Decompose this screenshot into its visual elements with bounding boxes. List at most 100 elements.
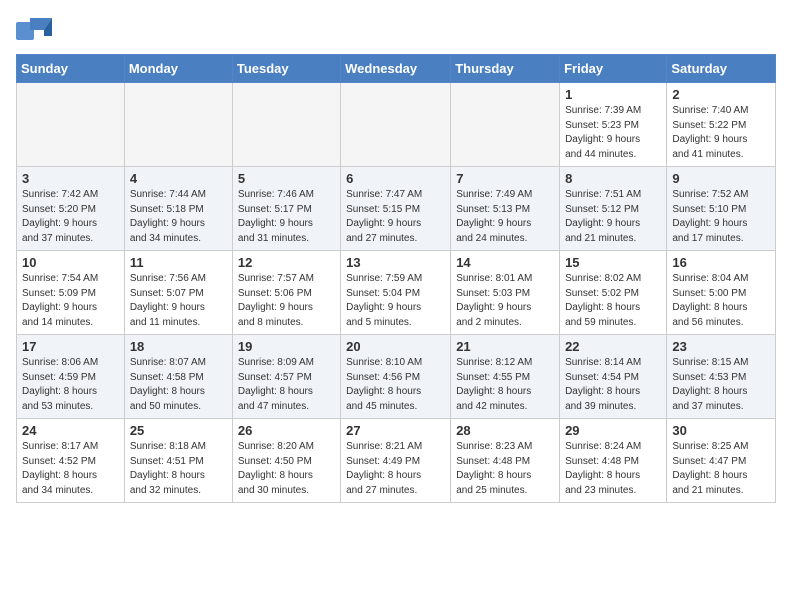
day-number: 7 bbox=[456, 171, 554, 186]
day-info: Sunrise: 7:46 AM Sunset: 5:17 PM Dayligh… bbox=[238, 188, 335, 246]
day-number: 4 bbox=[130, 171, 227, 186]
day-number: 3 bbox=[22, 171, 119, 186]
day-number: 23 bbox=[672, 339, 770, 354]
calendar-day-cell: 1 Sunrise: 7:39 AM Sunset: 5:23 PM Daylig… bbox=[560, 83, 667, 167]
calendar-day-cell: 8 Sunrise: 7:51 AM Sunset: 5:12 PM Daylig… bbox=[560, 167, 667, 251]
day-info: Sunrise: 8:20 AM Sunset: 4:50 PM Dayligh… bbox=[238, 440, 335, 498]
day-number: 18 bbox=[130, 339, 227, 354]
calendar-day-cell: 16 Sunrise: 8:04 AM Sunset: 5:00 PM Dayli… bbox=[667, 251, 776, 335]
day-number: 28 bbox=[456, 423, 554, 438]
day-info: Sunrise: 7:56 AM Sunset: 5:07 PM Dayligh… bbox=[130, 272, 227, 330]
day-info: Sunrise: 8:23 AM Sunset: 4:48 PM Dayligh… bbox=[456, 440, 554, 498]
calendar-week-row: 10 Sunrise: 7:54 AM Sunset: 5:09 PM Dayli… bbox=[17, 251, 776, 335]
weekday-header-sunday: Sunday bbox=[17, 55, 125, 83]
day-number: 15 bbox=[565, 255, 661, 270]
weekday-header-wednesday: Wednesday bbox=[341, 55, 451, 83]
day-number: 24 bbox=[22, 423, 119, 438]
day-info: Sunrise: 8:15 AM Sunset: 4:53 PM Dayligh… bbox=[672, 356, 770, 414]
day-info: Sunrise: 7:51 AM Sunset: 5:12 PM Dayligh… bbox=[565, 188, 661, 246]
day-info: Sunrise: 7:52 AM Sunset: 5:10 PM Dayligh… bbox=[672, 188, 770, 246]
day-info: Sunrise: 8:06 AM Sunset: 4:59 PM Dayligh… bbox=[22, 356, 119, 414]
day-info: Sunrise: 7:40 AM Sunset: 5:22 PM Dayligh… bbox=[672, 104, 770, 162]
calendar-day-cell: 29 Sunrise: 8:24 AM Sunset: 4:48 PM Dayli… bbox=[560, 419, 667, 503]
day-info: Sunrise: 8:21 AM Sunset: 4:49 PM Dayligh… bbox=[346, 440, 445, 498]
calendar-day-cell: 15Sunrise: 8:02 AM Sunset: 5:02 PM Dayli… bbox=[560, 251, 667, 335]
logo-icon bbox=[16, 16, 52, 44]
logo bbox=[16, 16, 56, 44]
day-info: Sunrise: 7:54 AM Sunset: 5:09 PM Dayligh… bbox=[22, 272, 119, 330]
calendar-week-row: 17Sunrise: 8:06 AM Sunset: 4:59 PM Dayli… bbox=[17, 335, 776, 419]
calendar-day-cell: 9 Sunrise: 7:52 AM Sunset: 5:10 PM Daylig… bbox=[667, 167, 776, 251]
calendar-day-cell: 21 Sunrise: 8:12 AM Sunset: 4:55 PM Dayli… bbox=[451, 335, 560, 419]
calendar-day-cell: 23 Sunrise: 8:15 AM Sunset: 4:53 PM Dayli… bbox=[667, 335, 776, 419]
page-header bbox=[16, 16, 776, 44]
day-number: 14 bbox=[456, 255, 554, 270]
day-number: 2 bbox=[672, 87, 770, 102]
day-info: Sunrise: 7:42 AM Sunset: 5:20 PM Dayligh… bbox=[22, 188, 119, 246]
calendar-day-cell: 24 Sunrise: 8:17 AM Sunset: 4:52 PM Dayli… bbox=[17, 419, 125, 503]
day-number: 5 bbox=[238, 171, 335, 186]
day-number: 25 bbox=[130, 423, 227, 438]
calendar-day-cell: 14 Sunrise: 8:01 AM Sunset: 5:03 PM Dayli… bbox=[451, 251, 560, 335]
day-info: Sunrise: 7:47 AM Sunset: 5:15 PM Dayligh… bbox=[346, 188, 445, 246]
day-number: 16 bbox=[672, 255, 770, 270]
day-info: Sunrise: 8:17 AM Sunset: 4:52 PM Dayligh… bbox=[22, 440, 119, 498]
day-info: Sunrise: 7:59 AM Sunset: 5:04 PM Dayligh… bbox=[346, 272, 445, 330]
calendar-day-cell: 26 Sunrise: 8:20 AM Sunset: 4:50 PM Dayli… bbox=[232, 419, 340, 503]
day-number: 19 bbox=[238, 339, 335, 354]
day-info: Sunrise: 8:07 AM Sunset: 4:58 PM Dayligh… bbox=[130, 356, 227, 414]
calendar-day-cell bbox=[341, 83, 451, 167]
day-number: 10 bbox=[22, 255, 119, 270]
day-info: Sunrise: 8:01 AM Sunset: 5:03 PM Dayligh… bbox=[456, 272, 554, 330]
day-info: Sunrise: 8:04 AM Sunset: 5:00 PM Dayligh… bbox=[672, 272, 770, 330]
day-number: 9 bbox=[672, 171, 770, 186]
calendar-day-cell: 25Sunrise: 8:18 AM Sunset: 4:51 PM Dayli… bbox=[124, 419, 232, 503]
day-info: Sunrise: 8:09 AM Sunset: 4:57 PM Dayligh… bbox=[238, 356, 335, 414]
calendar-day-cell: 11 Sunrise: 7:56 AM Sunset: 5:07 PM Dayli… bbox=[124, 251, 232, 335]
day-info: Sunrise: 8:24 AM Sunset: 4:48 PM Dayligh… bbox=[565, 440, 661, 498]
calendar-day-cell: 10 Sunrise: 7:54 AM Sunset: 5:09 PM Dayli… bbox=[17, 251, 125, 335]
day-info: Sunrise: 7:44 AM Sunset: 5:18 PM Dayligh… bbox=[130, 188, 227, 246]
day-number: 6 bbox=[346, 171, 445, 186]
calendar-day-cell bbox=[451, 83, 560, 167]
day-number: 1 bbox=[565, 87, 661, 102]
weekday-header-saturday: Saturday bbox=[667, 55, 776, 83]
calendar-table: SundayMondayTuesdayWednesdayThursdayFrid… bbox=[16, 54, 776, 503]
calendar-day-cell: 30Sunrise: 8:25 AM Sunset: 4:47 PM Dayli… bbox=[667, 419, 776, 503]
calendar-day-cell: 22 Sunrise: 8:14 AM Sunset: 4:54 PM Dayli… bbox=[560, 335, 667, 419]
day-info: Sunrise: 7:57 AM Sunset: 5:06 PM Dayligh… bbox=[238, 272, 335, 330]
calendar-day-cell bbox=[124, 83, 232, 167]
day-number: 30 bbox=[672, 423, 770, 438]
day-info: Sunrise: 8:14 AM Sunset: 4:54 PM Dayligh… bbox=[565, 356, 661, 414]
day-info: Sunrise: 7:49 AM Sunset: 5:13 PM Dayligh… bbox=[456, 188, 554, 246]
day-number: 29 bbox=[565, 423, 661, 438]
day-number: 8 bbox=[565, 171, 661, 186]
day-number: 22 bbox=[565, 339, 661, 354]
calendar-day-cell: 5 Sunrise: 7:46 AM Sunset: 5:17 PM Daylig… bbox=[232, 167, 340, 251]
calendar-header-row: SundayMondayTuesdayWednesdayThursdayFrid… bbox=[17, 55, 776, 83]
calendar-day-cell: 28 Sunrise: 8:23 AM Sunset: 4:48 PM Dayli… bbox=[451, 419, 560, 503]
day-number: 21 bbox=[456, 339, 554, 354]
day-number: 11 bbox=[130, 255, 227, 270]
day-info: Sunrise: 7:39 AM Sunset: 5:23 PM Dayligh… bbox=[565, 104, 661, 162]
calendar-day-cell bbox=[232, 83, 340, 167]
calendar-day-cell: 4 Sunrise: 7:44 AM Sunset: 5:18 PM Daylig… bbox=[124, 167, 232, 251]
day-number: 13 bbox=[346, 255, 445, 270]
day-number: 26 bbox=[238, 423, 335, 438]
calendar-day-cell: 13 Sunrise: 7:59 AM Sunset: 5:04 PM Dayli… bbox=[341, 251, 451, 335]
calendar-week-row: 24 Sunrise: 8:17 AM Sunset: 4:52 PM Dayli… bbox=[17, 419, 776, 503]
calendar-week-row: 1 Sunrise: 7:39 AM Sunset: 5:23 PM Daylig… bbox=[17, 83, 776, 167]
day-number: 27 bbox=[346, 423, 445, 438]
calendar-day-cell: 3 Sunrise: 7:42 AM Sunset: 5:20 PM Daylig… bbox=[17, 167, 125, 251]
calendar-day-cell: 27 Sunrise: 8:21 AM Sunset: 4:49 PM Dayli… bbox=[341, 419, 451, 503]
day-number: 12 bbox=[238, 255, 335, 270]
calendar-day-cell: 7 Sunrise: 7:49 AM Sunset: 5:13 PM Daylig… bbox=[451, 167, 560, 251]
day-number: 20 bbox=[346, 339, 445, 354]
calendar-day-cell bbox=[17, 83, 125, 167]
weekday-header-tuesday: Tuesday bbox=[232, 55, 340, 83]
day-info: Sunrise: 8:12 AM Sunset: 4:55 PM Dayligh… bbox=[456, 356, 554, 414]
weekday-header-monday: Monday bbox=[124, 55, 232, 83]
calendar-day-cell: 12 Sunrise: 7:57 AM Sunset: 5:06 PM Dayli… bbox=[232, 251, 340, 335]
calendar-day-cell: 20Sunrise: 8:10 AM Sunset: 4:56 PM Dayli… bbox=[341, 335, 451, 419]
calendar-day-cell: 17Sunrise: 8:06 AM Sunset: 4:59 PM Dayli… bbox=[17, 335, 125, 419]
